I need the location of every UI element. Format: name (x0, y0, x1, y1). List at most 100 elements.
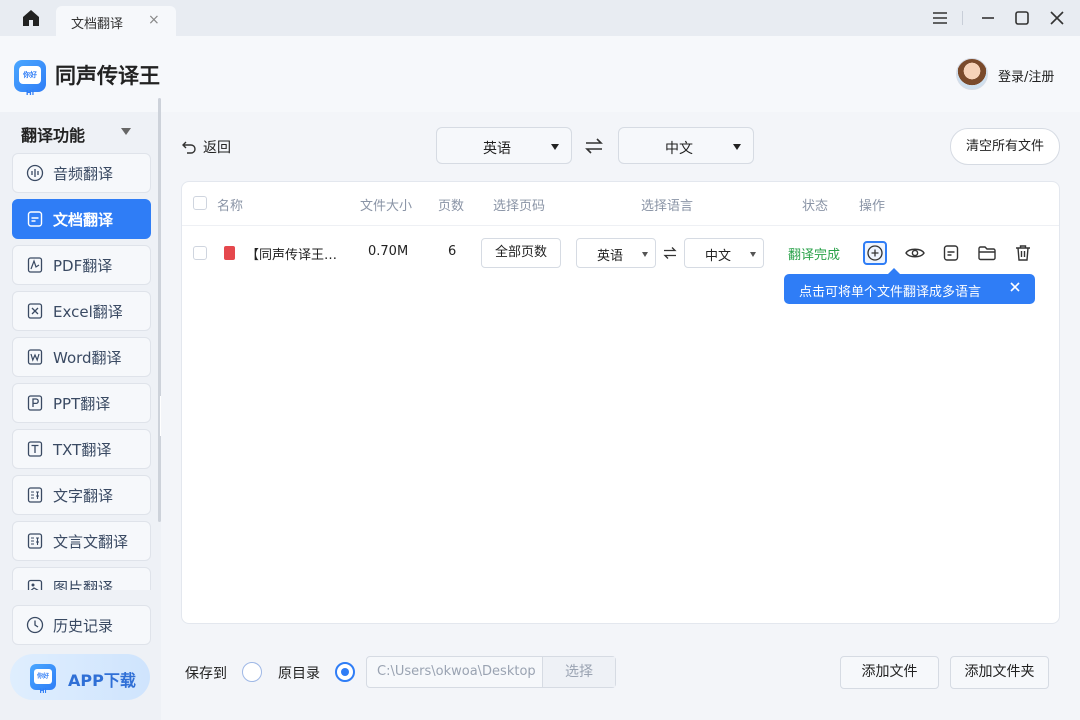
sidebar-item-classical[interactable]: 文言文翻译 (12, 521, 151, 561)
row-target-language-select[interactable]: 中文 (684, 238, 764, 268)
app-download-label: APP下载 (68, 671, 136, 690)
header-status: 状态 (802, 199, 829, 214)
save-to-radio[interactable] (242, 662, 262, 682)
document-icon (26, 210, 44, 228)
chevron-down-icon (642, 252, 648, 257)
txt-icon (26, 440, 44, 458)
swap-language-icon[interactable] (663, 246, 677, 260)
minimize-icon[interactable] (979, 9, 997, 27)
divider (962, 11, 963, 25)
sidebar: 翻译功能 音频翻译 文档翻译 PDF翻译 Excel翻译 Word翻译 PPT翻… (0, 112, 160, 720)
folder-icon[interactable] (975, 241, 999, 265)
chevron-down-icon (733, 144, 741, 150)
file-table: 名称 文件大小 页数 选择页码 选择语言 状态 操作 【同声传译王使用说明】.p… (181, 181, 1060, 624)
header-size: 文件大小 (360, 199, 413, 214)
status-badge: 翻译完成 (788, 248, 841, 263)
sidebar-item-label: 文字翻译 (53, 487, 114, 505)
row-source-language-value: 英语 (596, 249, 623, 264)
back-arrow-icon (182, 141, 196, 154)
back-label: 返回 (203, 140, 231, 156)
save-path-input[interactable]: C:\Users\okwoa\Desktop 选择 (366, 656, 616, 688)
select-all-checkbox[interactable] (193, 196, 207, 210)
page-range-button[interactable]: 全部页数 (481, 238, 561, 268)
save-to-label: 保存到 (185, 666, 227, 682)
swap-language-icon[interactable] (584, 137, 604, 155)
sidebar-item-ppt[interactable]: PPT翻译 (12, 383, 151, 423)
table-row: 【同声传译王使用说明】.pdf 0.70M 6 全部页数 英语 中文 翻译完成 (182, 227, 1059, 279)
tab-close-icon[interactable]: × (148, 12, 160, 28)
sidebar-item-label: Word翻译 (53, 349, 122, 367)
main-content: 返回 英语 中文 清空所有文件 名称 文件大小 页数 选择页码 选择语言 状态 … (161, 112, 1080, 720)
word-icon (26, 348, 44, 366)
sidebar-item-label: TXT翻译 (53, 441, 112, 459)
header-action: 操作 (859, 199, 886, 214)
header-name: 名称 (217, 199, 244, 214)
tooltip-text: 点击可将单个文件翻译成多语言 (799, 285, 982, 300)
clear-all-files-button[interactable]: 清空所有文件 (950, 128, 1060, 165)
login-link[interactable]: 登录/注册 (998, 66, 1054, 85)
sidebar-item-label: 音频翻译 (53, 165, 114, 183)
title-bar: 文档翻译 × (0, 0, 1080, 36)
tooltip-close-icon[interactable] (1008, 280, 1022, 294)
clock-icon (26, 616, 44, 634)
sidebar-item-excel[interactable]: Excel翻译 (12, 291, 151, 331)
chevron-down-icon[interactable] (121, 128, 131, 135)
sidebar-item-audio[interactable]: 音频翻译 (12, 153, 151, 193)
logo-text: 你好Hi (34, 669, 52, 695)
close-icon[interactable] (1048, 9, 1066, 27)
target-language-value: 中文 (665, 141, 693, 157)
history-label: 历史记录 (53, 617, 114, 635)
tab-document-translate[interactable]: 文档翻译 × (56, 6, 176, 36)
menu-icon[interactable] (931, 9, 949, 27)
maximize-icon[interactable] (1013, 9, 1031, 27)
sidebar-item-text[interactable]: 文字翻译 (12, 475, 151, 515)
image-icon (26, 578, 44, 590)
tooltip: 点击可将单个文件翻译成多语言 (784, 268, 1035, 304)
app-title: 同声传译王 (55, 64, 160, 88)
table-header: 名称 文件大小 页数 选择页码 选择语言 状态 操作 (182, 182, 1059, 226)
add-language-icon[interactable] (863, 241, 887, 265)
row-target-language-value: 中文 (704, 249, 731, 264)
sidebar-item-label: PPT翻译 (53, 395, 111, 413)
preview-eye-icon[interactable] (903, 241, 927, 265)
header-pages: 页数 (438, 199, 465, 214)
original-dir-label: 原目录 (278, 666, 320, 682)
pdf-file-icon (224, 246, 235, 260)
source-language-value: 英语 (483, 141, 511, 157)
original-dir-radio[interactable] (335, 662, 355, 682)
sidebar-item-label: PDF翻译 (53, 257, 113, 275)
sidebar-item-document[interactable]: 文档翻译 (12, 199, 151, 239)
history-button[interactable]: 历史记录 (12, 605, 151, 645)
sidebar-item-label: 文档翻译 (53, 211, 114, 229)
app-logo-small: 你好Hi (30, 664, 56, 695)
row-source-language-select[interactable]: 英语 (576, 238, 656, 268)
add-folder-button[interactable]: 添加文件夹 (950, 656, 1049, 689)
excel-icon (26, 302, 44, 320)
avatar[interactable] (956, 58, 988, 90)
sidebar-heading: 翻译功能 (21, 126, 86, 145)
choose-path-button[interactable]: 选择 (542, 657, 615, 687)
header-page-select: 选择页码 (493, 199, 546, 214)
app-download-button[interactable]: 你好Hi APP下载 (10, 654, 150, 700)
chevron-down-icon (750, 252, 756, 257)
document-icon[interactable] (939, 241, 963, 265)
source-language-select[interactable]: 英语 (436, 127, 572, 164)
pdf-icon (26, 256, 44, 274)
sidebar-item-txt[interactable]: TXT翻译 (12, 429, 151, 469)
add-file-button[interactable]: 添加文件 (840, 656, 939, 689)
target-language-select[interactable]: 中文 (618, 127, 754, 164)
file-name: 【同声传译王使用说明】.pdf (246, 248, 344, 263)
text-icon (26, 486, 44, 504)
save-path-value: C:\Users\okwoa\Desktop (377, 664, 536, 679)
sidebar-list: 音频翻译 文档翻译 PDF翻译 Excel翻译 Word翻译 PPT翻译 TXT… (12, 153, 152, 590)
app-header: 你好Hi 同声传译王 登录/注册 (0, 36, 1080, 112)
row-checkbox[interactable] (193, 246, 207, 260)
tab-label: 文档翻译 (71, 17, 124, 32)
file-pages: 6 (448, 244, 457, 259)
sidebar-item-pdf[interactable]: PDF翻译 (12, 245, 151, 285)
home-icon[interactable] (20, 8, 42, 28)
sidebar-item-image[interactable]: 图片翻译 (12, 567, 151, 590)
app-logo: 你好Hi (14, 60, 46, 97)
sidebar-item-word[interactable]: Word翻译 (12, 337, 151, 377)
delete-trash-icon[interactable] (1011, 241, 1035, 265)
